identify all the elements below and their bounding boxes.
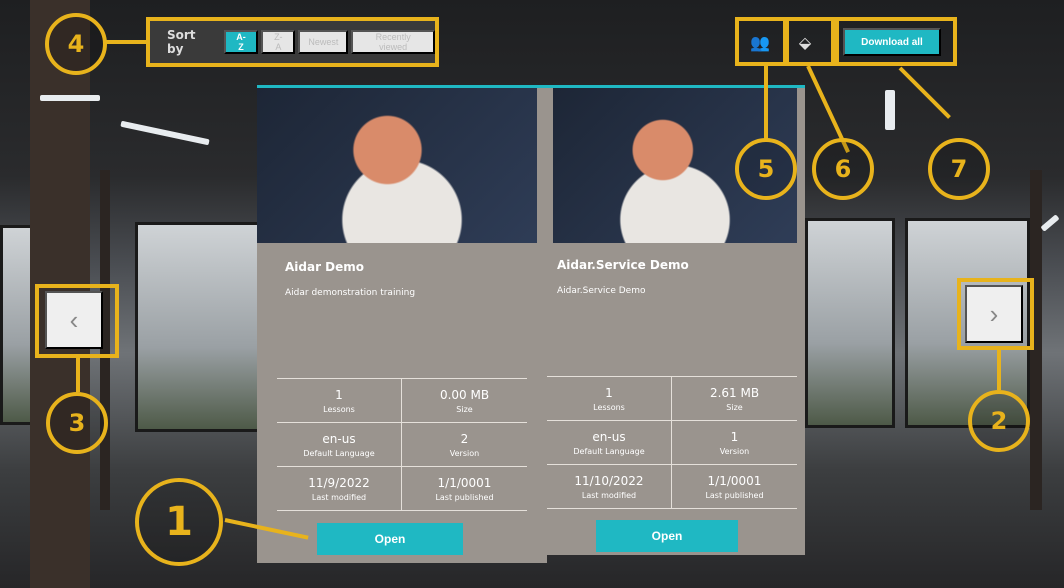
annotation-3: 3 xyxy=(46,392,108,454)
open-button[interactable]: Open xyxy=(317,523,463,555)
course-description: Aidar demonstration training xyxy=(285,288,416,298)
annotation-box-layers xyxy=(785,17,835,66)
annotation-box-users xyxy=(735,17,787,66)
version-label: Version xyxy=(449,448,480,458)
lessons-label: Lessons xyxy=(323,404,355,414)
language-label: Default Language xyxy=(573,446,645,456)
size-label: Size xyxy=(726,402,743,412)
annotation-2: 2 xyxy=(968,390,1030,452)
lessons-label: Lessons xyxy=(593,402,625,412)
modified-value: 11/9/2022 xyxy=(308,475,370,490)
course-description: Aidar.Service Demo xyxy=(557,286,646,296)
course-stats: 1 Lessons 0.00 MB Size en-us Default Langua… xyxy=(277,378,527,511)
version-value: 1 xyxy=(730,429,739,444)
annotation-box-sort xyxy=(146,17,439,67)
course-thumbnail xyxy=(257,88,547,243)
published-label: Last published xyxy=(435,492,494,502)
course-title: Aidar.Service Demo xyxy=(557,258,689,272)
language-value: en-us xyxy=(592,429,626,444)
language-value: en-us xyxy=(322,431,356,446)
annotation-box-prev xyxy=(35,284,119,358)
lessons-value: 1 xyxy=(605,385,613,400)
version-label: Version xyxy=(719,446,750,456)
size-value: 0.00 MB xyxy=(439,387,490,402)
modified-label: Last modified xyxy=(311,492,367,502)
language-label: Default Language xyxy=(303,448,375,458)
annotation-1: 1 xyxy=(135,478,223,566)
course-title: Aidar Demo xyxy=(285,260,365,274)
open-button[interactable]: Open xyxy=(596,520,738,552)
version-value: 2 xyxy=(460,431,469,446)
published-label: Last published xyxy=(705,490,764,500)
annotation-6: 6 xyxy=(812,138,874,200)
annotation-7: 7 xyxy=(928,138,990,200)
size-label: Size xyxy=(456,404,473,414)
size-value: 2.61 MB xyxy=(709,385,760,400)
annotation-box-next xyxy=(957,278,1034,350)
published-value: 1/1/0001 xyxy=(437,475,492,490)
annotation-4: 4 xyxy=(45,13,107,75)
modified-value: 11/10/2022 xyxy=(574,473,644,488)
course-card: Aidar Demo Aidar demonstration training … xyxy=(257,85,547,563)
course-stats: 1 Lessons 2.61 MB Size en-us Default Langua… xyxy=(547,376,797,509)
annotation-5: 5 xyxy=(735,138,797,200)
published-value: 1/1/0001 xyxy=(707,473,762,488)
annotation-box-download xyxy=(835,17,957,66)
modified-label: Last modified xyxy=(581,490,637,500)
lessons-value: 1 xyxy=(335,387,343,402)
